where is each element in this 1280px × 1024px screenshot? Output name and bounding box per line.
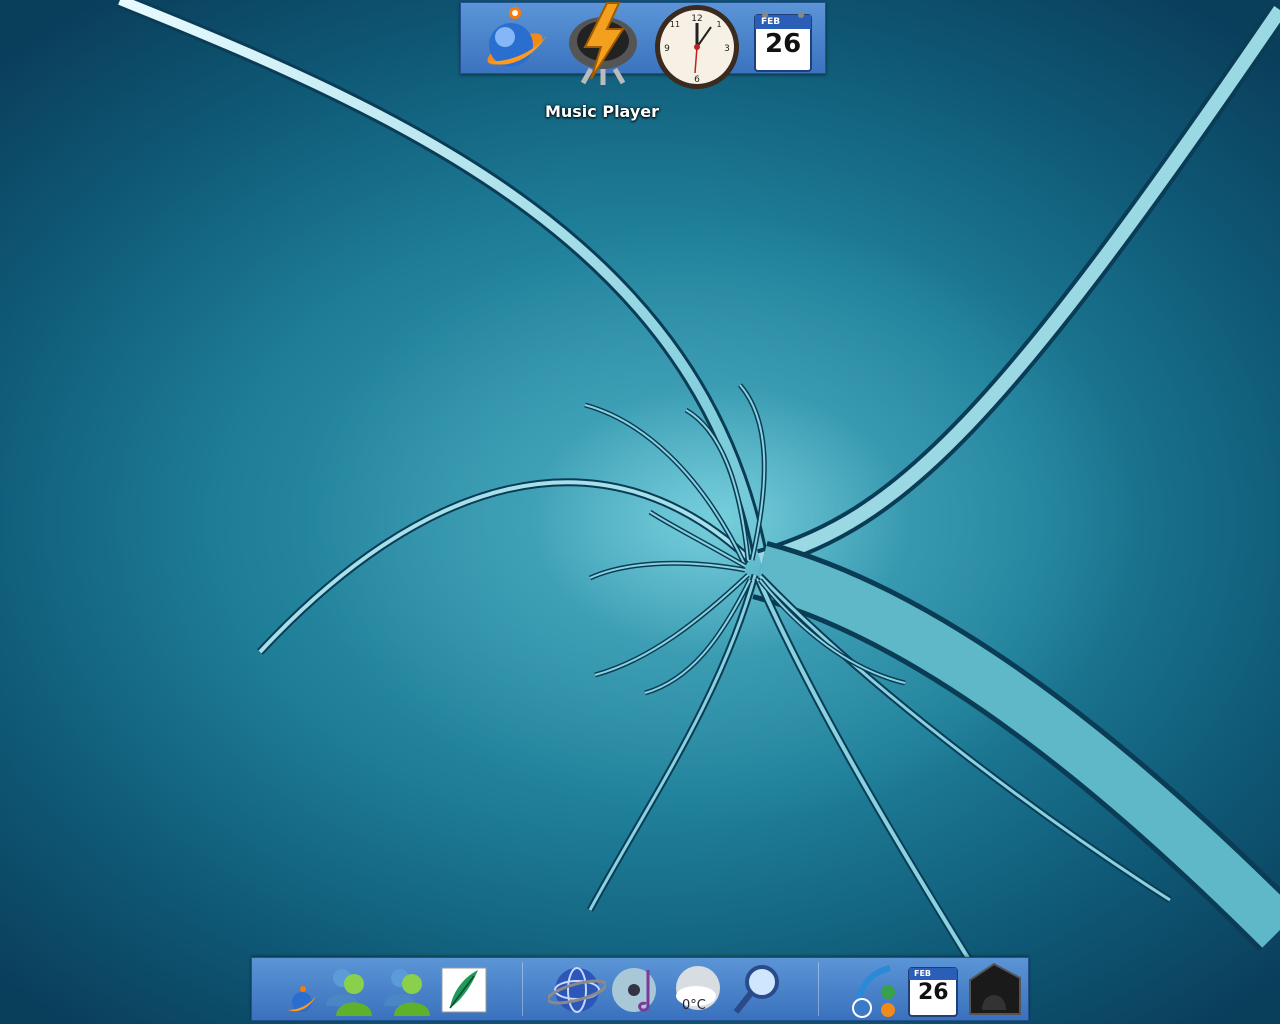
browser-orb-icon[interactable] — [475, 5, 553, 83]
weather-icon[interactable]: 0°C — [670, 962, 726, 1018]
feather-editor-icon[interactable] — [438, 964, 490, 1016]
messenger-icon[interactable] — [320, 962, 376, 1018]
calendar-icon[interactable]: FEB 26 — [751, 7, 815, 73]
bottom-dock: 0°C FEB 26 — [251, 957, 1029, 1021]
top-dock: 12 1 3 6 9 11 FEB 26 — [460, 2, 826, 89]
calendar-icon[interactable]: FEB 26 — [906, 962, 960, 1018]
desktop: 12 1 3 6 9 11 FEB 26 Music Player 0°C FE… — [0, 0, 1280, 1024]
wallpaper — [117, 0, 1280, 1013]
music-player-icon[interactable] — [561, 0, 645, 85]
clock-icon[interactable]: 12 1 3 6 9 11 — [653, 3, 741, 91]
calendar-month: FEB — [761, 17, 781, 27]
svg-text:6: 6 — [694, 75, 700, 85]
browser-orb-small-icon[interactable] — [286, 984, 318, 1016]
calendar-day: 26 — [765, 29, 802, 59]
settings-gear-icon[interactable] — [844, 962, 902, 1020]
magnifier-icon[interactable] — [730, 960, 786, 1018]
calendar-month: FEB — [914, 969, 932, 978]
svg-text:3: 3 — [724, 44, 730, 54]
dark-box-icon[interactable] — [964, 960, 1024, 1018]
svg-text:11: 11 — [670, 20, 680, 29]
dock-separator — [522, 962, 523, 1016]
messenger-icon-2[interactable] — [378, 962, 434, 1018]
globe-icon[interactable] — [546, 962, 608, 1018]
weather-temperature: 0°C — [682, 998, 706, 1013]
dock-separator — [818, 962, 819, 1016]
media-disc-icon[interactable] — [608, 962, 666, 1018]
dock-hover-label: Music Player — [544, 102, 660, 121]
svg-text:12: 12 — [691, 14, 702, 24]
svg-text:9: 9 — [664, 44, 670, 54]
svg-text:1: 1 — [716, 20, 721, 29]
calendar-day: 26 — [918, 980, 949, 1005]
